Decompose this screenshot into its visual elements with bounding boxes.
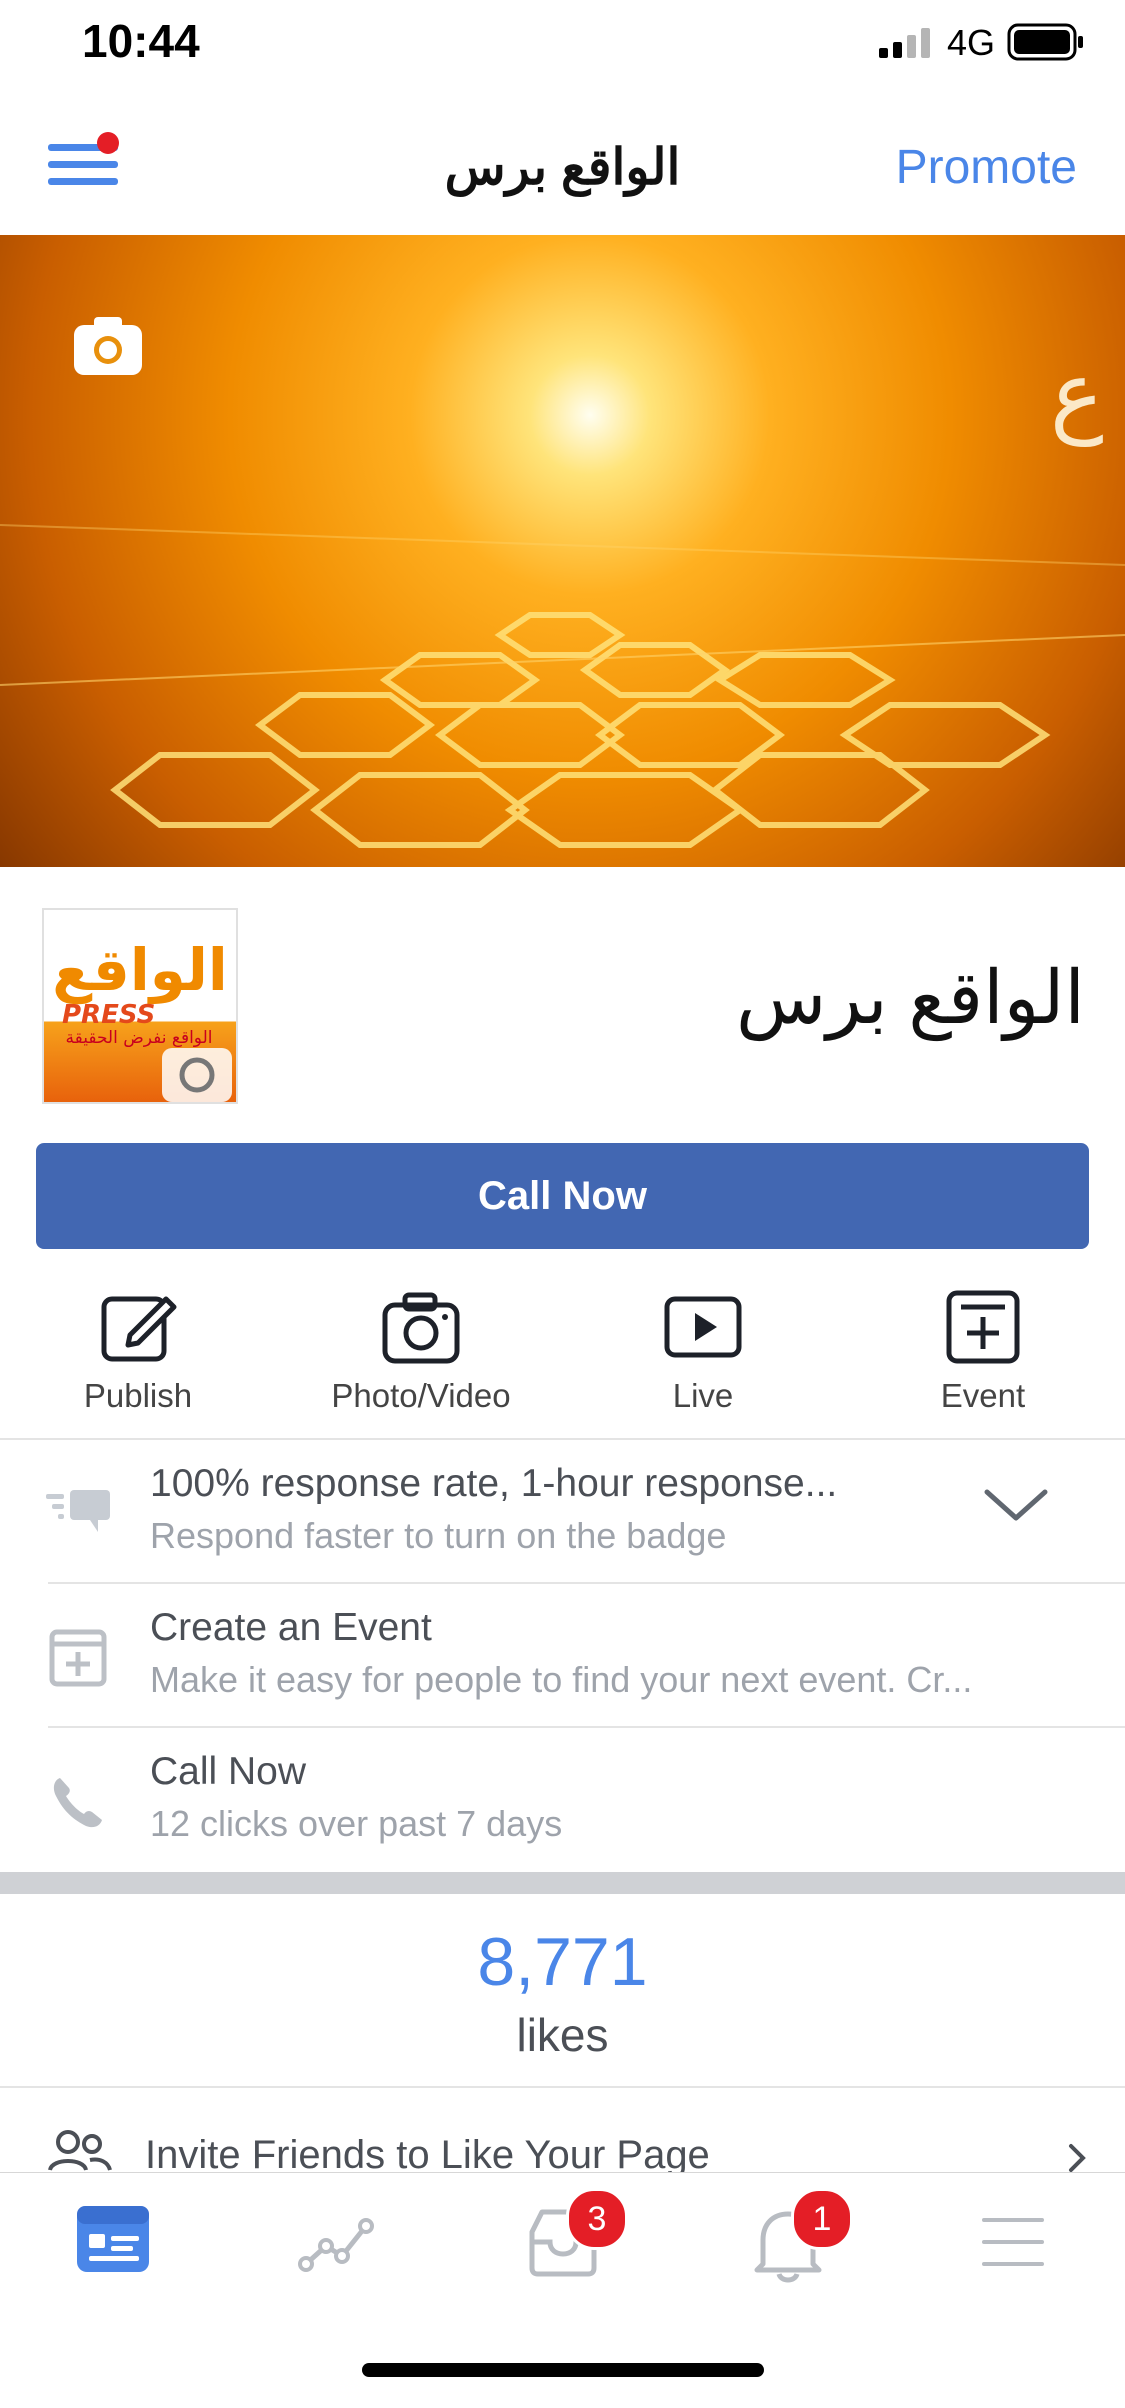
response-rate-row[interactable]: 100% response rate, 1-hour response... R… xyxy=(0,1440,1125,1582)
profile-camera-icon[interactable] xyxy=(162,1048,232,1102)
svg-text:ع: ع xyxy=(1050,342,1104,447)
invite-friends-label: Invite Friends to Like Your Page xyxy=(145,2133,710,2172)
section-separator xyxy=(0,1872,1125,1894)
chevron-down-icon[interactable] xyxy=(983,1486,1049,1526)
camera-icon xyxy=(379,1285,463,1369)
friends-icon xyxy=(48,2128,112,2172)
likes-count[interactable]: 8,771 xyxy=(0,1923,1125,2001)
chevron-right-icon xyxy=(1065,2142,1089,2172)
cover-photo[interactable]: ع xyxy=(0,235,1125,867)
battery-icon xyxy=(1007,22,1085,62)
call-now-button[interactable]: Call Now xyxy=(36,1143,1089,1249)
response-rate-subtitle: Respond faster to turn on the badge xyxy=(150,1515,727,1556)
logo-brand-text: الواقع xyxy=(52,936,228,1004)
likes-label: likes xyxy=(516,2009,609,2061)
signal-icon xyxy=(879,28,933,58)
call-now-stats-subtitle: 12 clicks over past 7 days xyxy=(150,1803,563,1844)
home-indicator xyxy=(362,2363,764,2377)
page-icon xyxy=(57,2198,167,2293)
phone-icon xyxy=(50,1774,106,1830)
promote-button[interactable]: Promote xyxy=(896,140,1077,195)
edit-icon xyxy=(96,1285,180,1369)
create-event-title: Create an Event xyxy=(150,1606,432,1649)
play-icon xyxy=(661,1285,745,1369)
live-label: Live xyxy=(672,1377,734,1414)
create-event-row[interactable]: Create an Event Make it easy for people … xyxy=(0,1584,1125,1726)
invite-friends-row[interactable]: Invite Friends to Like Your Page xyxy=(0,2090,1125,2172)
menu-icon xyxy=(958,2198,1068,2293)
event-label: Event xyxy=(940,1377,1026,1414)
tab-page[interactable] xyxy=(57,2198,167,2288)
logo-tagline: الواقع نفرض الحقيقة xyxy=(65,1028,213,1048)
network-type: 4G xyxy=(947,22,996,63)
tab-inbox[interactable]: 3 xyxy=(508,2188,628,2288)
inbox-badge: 3 xyxy=(566,2188,628,2250)
chat-icon xyxy=(44,1484,114,1540)
calendar-add-icon xyxy=(48,1628,108,1688)
notifications-badge: 1 xyxy=(791,2188,853,2250)
page-name: الواقع برس xyxy=(736,956,1085,1039)
add-event-icon xyxy=(941,1285,1025,1369)
profile-picture[interactable]: الواقع PRESS الواقع نفرض الحقيقة xyxy=(42,908,238,1104)
publish-label: Publish xyxy=(83,1377,193,1414)
tab-menu[interactable] xyxy=(958,2198,1068,2288)
insights-icon xyxy=(282,2198,392,2293)
response-rate-title: 100% response rate, 1-hour response... xyxy=(150,1462,838,1505)
cover-camera-icon[interactable] xyxy=(72,313,144,377)
call-now-stats-title: Call Now xyxy=(150,1750,307,1793)
tab-insights[interactable] xyxy=(282,2198,392,2288)
logo-press-text: PRESS xyxy=(62,1000,156,1030)
photo-video-action[interactable]: Photo/Video xyxy=(301,1285,541,1415)
photo-video-label: Photo/Video xyxy=(331,1377,511,1414)
event-action[interactable]: Event xyxy=(863,1285,1103,1415)
live-action[interactable]: Live xyxy=(583,1285,823,1415)
publish-action[interactable]: Publish xyxy=(18,1285,258,1415)
call-now-stats-row[interactable]: Call Now 12 clicks over past 7 days xyxy=(0,1728,1125,1870)
divider xyxy=(0,2086,1125,2088)
status-time: 10:44 xyxy=(82,15,200,67)
tab-notifications[interactable]: 1 xyxy=(733,2188,853,2288)
create-event-subtitle: Make it easy for people to find your nex… xyxy=(150,1659,973,1700)
